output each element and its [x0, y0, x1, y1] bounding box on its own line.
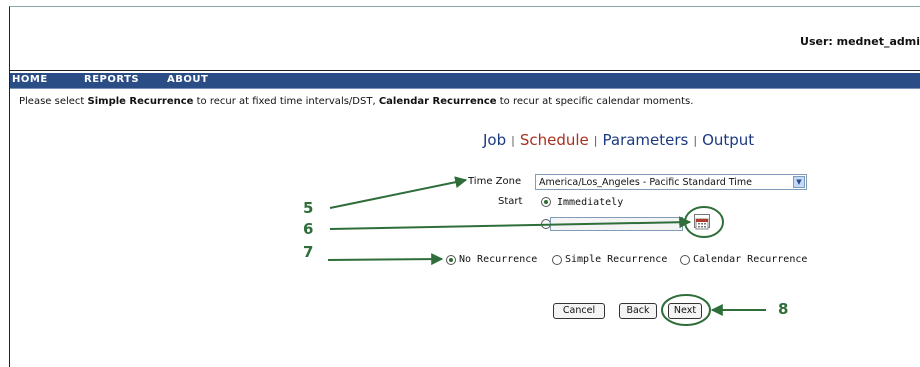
callout-5-arrow: [329, 176, 468, 209]
next-highlight-ring: [661, 294, 711, 326]
callout-6: 6: [303, 220, 314, 238]
callout-6-arrow: [329, 216, 692, 230]
callout-8: 8: [778, 300, 789, 318]
callout-5: 5: [303, 199, 314, 217]
calendar-highlight-ring: [684, 206, 724, 238]
callout-7: 7: [303, 243, 314, 261]
callout-7-arrow: [327, 253, 444, 266]
